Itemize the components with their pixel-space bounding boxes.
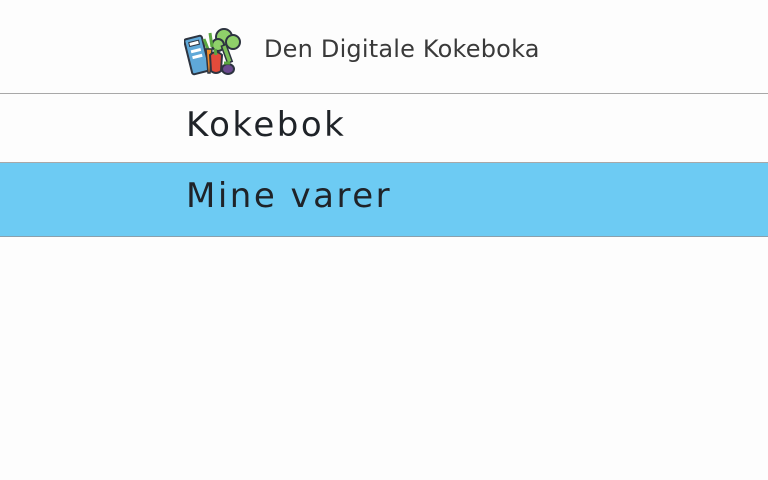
- nav-item-kokebok[interactable]: Kokebok: [0, 95, 768, 163]
- app-title[interactable]: Den Digitale Kokeboka: [264, 35, 540, 63]
- nav-item-label: Mine varer: [186, 176, 393, 216]
- cookbook-vegetables-icon[interactable]: [184, 25, 246, 79]
- nav-item-mine-varer[interactable]: Mine varer: [0, 163, 768, 237]
- app-page: Den Digitale Kokeboka Kokebok Mine varer: [0, 0, 768, 480]
- app-header: Den Digitale Kokeboka: [0, 0, 768, 94]
- nav-item-label: Kokebok: [186, 105, 347, 145]
